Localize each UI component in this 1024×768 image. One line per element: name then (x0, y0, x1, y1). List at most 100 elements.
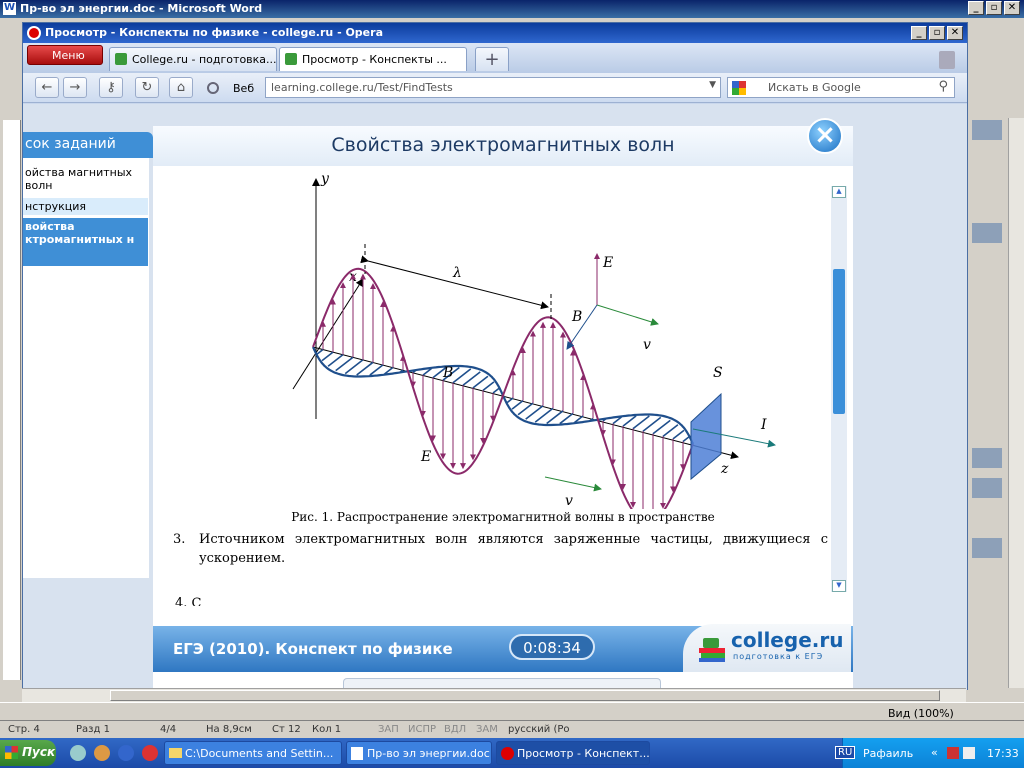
user-name: Рафаиль (863, 747, 914, 760)
scroll-thumb[interactable] (833, 269, 845, 414)
dropdown-icon[interactable]: ▼ (709, 80, 716, 90)
status-col: Кол 1 (312, 724, 342, 735)
task-word[interactable]: Пр-во эл энергии.doc - ... (346, 741, 492, 765)
status-rec[interactable]: ЗАП (378, 724, 399, 735)
intensity-label: I (760, 417, 767, 433)
task-list-sidebar: сок заданий ойства магнитных волн нструк… (23, 132, 153, 582)
b-field-vector (482, 381, 495, 392)
b-field-vector (472, 375, 489, 389)
tab-label: College.ru - подготовка... (132, 53, 277, 66)
status-pages: 4/4 (160, 724, 177, 735)
b-field-vector (327, 354, 344, 367)
opera-restore-icon[interactable]: ▫ (929, 26, 945, 40)
opera-window: Просмотр - Конспекты по физике - college… (22, 22, 968, 692)
b-field-vector (369, 364, 384, 376)
status-section: Разд 1 (76, 724, 110, 735)
restore-icon[interactable]: ▫ (986, 1, 1002, 15)
status-line: Ст 12 (272, 724, 301, 735)
clock: 17:33 (987, 747, 1019, 760)
b-field-vector (662, 424, 679, 437)
search-input[interactable]: Искать в Google ⚲ (727, 77, 955, 98)
y-axis-label: y (320, 171, 330, 187)
task-list-header: сок заданий (23, 132, 153, 158)
b-field-vector (546, 410, 564, 425)
tab-college[interactable]: College.ru - подготовка... (109, 47, 277, 71)
address-toolbar: ← → ⚷ ↻ ⌂ Веб learning.college.ru/Test/F… (23, 73, 967, 103)
b-field-vector (517, 402, 534, 416)
v-label: v (565, 493, 573, 509)
address-input[interactable]: learning.college.ru/Test/FindTests ▼ (265, 77, 721, 98)
b-field-vector (622, 415, 637, 427)
sidebar-item-properties[interactable]: войства ктромагнитных н (23, 218, 148, 266)
sidebar-item-waves[interactable]: ойства магнитных волн (23, 164, 148, 194)
em-wave-diagram: y x z λ S I E (292, 171, 776, 524)
e-label: E (420, 449, 431, 465)
b-field-vector (321, 351, 334, 362)
trash-icon[interactable] (939, 51, 955, 69)
google-icon (732, 81, 746, 95)
status-ovr[interactable]: ЗАМ (476, 724, 498, 735)
windows-logo-icon (5, 746, 18, 759)
tray-app-icon[interactable] (947, 747, 959, 759)
opera-close-icon[interactable]: ✕ (947, 26, 963, 40)
scroll-down-icon[interactable]: ▼ (832, 580, 846, 592)
wavelength-label: λ (452, 265, 462, 281)
scroll-up-icon[interactable]: ▲ (832, 186, 846, 198)
zoom-label[interactable]: Вид (100%) (888, 707, 954, 720)
quicklaunch-icon[interactable] (118, 745, 134, 761)
home-button[interactable]: ⌂ (169, 77, 193, 98)
electric-field-wave (312, 267, 694, 524)
status-trk[interactable]: ИСПР (408, 724, 436, 735)
word-title: Пр-во эл энергии.doc - Microsoft Word (20, 2, 263, 15)
search-icon[interactable]: ⚲ (938, 79, 948, 94)
books-icon (699, 634, 727, 662)
b-field-vector (356, 361, 374, 376)
status-at: На 8,9см (206, 724, 252, 735)
wand-key-icon[interactable]: ⚷ (99, 77, 123, 98)
opera-minimize-icon[interactable]: _ (911, 26, 927, 40)
status-language: русский (Ро (508, 724, 570, 735)
quicklaunch-icon[interactable] (94, 745, 110, 761)
word-icon: W (3, 2, 16, 15)
tab-favicon-icon (115, 53, 127, 65)
b-field-vector (632, 415, 650, 430)
word-vertical-scrollbar[interactable] (1008, 118, 1024, 688)
language-indicator[interactable]: RU (835, 746, 856, 759)
new-tab-button[interactable]: + (475, 47, 509, 71)
start-button[interactable]: Пуск (0, 740, 56, 766)
quicklaunch-icon[interactable] (142, 745, 158, 761)
close-dialog-button[interactable]: × (807, 118, 843, 154)
opera-logo-icon (27, 26, 41, 40)
tray-app-icon[interactable] (963, 747, 975, 759)
opera-menu-button[interactable]: Меню (27, 45, 103, 65)
sidebar-item-instruction[interactable]: нструкция (23, 198, 148, 215)
minimize-icon[interactable]: _ (968, 1, 984, 15)
back-button[interactable]: ← (35, 77, 59, 98)
task-opera[interactable]: Просмотр - Конспект... (496, 741, 650, 765)
b-field-vector (506, 397, 514, 404)
search-placeholder: Искать в Google (768, 81, 861, 94)
e-wave-curve (312, 267, 694, 524)
tab-label: Просмотр - Конспекты ... (302, 53, 447, 66)
college-logo: college.ru (731, 628, 844, 652)
b-label-triad: B (571, 309, 582, 325)
status-page: Стр. 4 (8, 724, 40, 735)
b-field-vector (672, 429, 685, 440)
page-viewport: сок заданий ойства магнитных волн нструк… (23, 104, 967, 692)
paragraph-3: 3. Источником электромагнитных волн явля… (173, 530, 828, 568)
folder-icon (169, 748, 182, 758)
forward-button[interactable]: → (63, 77, 87, 98)
z-axis-label: z (720, 461, 729, 477)
tray-expand-icon[interactable]: « (931, 746, 938, 759)
close-icon[interactable]: ✕ (1004, 1, 1020, 15)
word-horizontal-scrollbar[interactable] (22, 688, 966, 702)
b-field-vector (682, 436, 690, 443)
task-label: C:\Documents and Settin... (185, 747, 334, 760)
reload-button[interactable]: ↻ (135, 77, 159, 98)
quicklaunch-icon[interactable] (70, 745, 86, 761)
task-explorer[interactable]: C:\Documents and Settin... (164, 741, 342, 765)
status-ext[interactable]: ВДЛ (444, 724, 466, 735)
z-axis (312, 346, 739, 460)
tab-konspekty[interactable]: Просмотр - Конспекты ... (279, 47, 467, 71)
next-paragraph-cut: 4. С (175, 596, 202, 606)
